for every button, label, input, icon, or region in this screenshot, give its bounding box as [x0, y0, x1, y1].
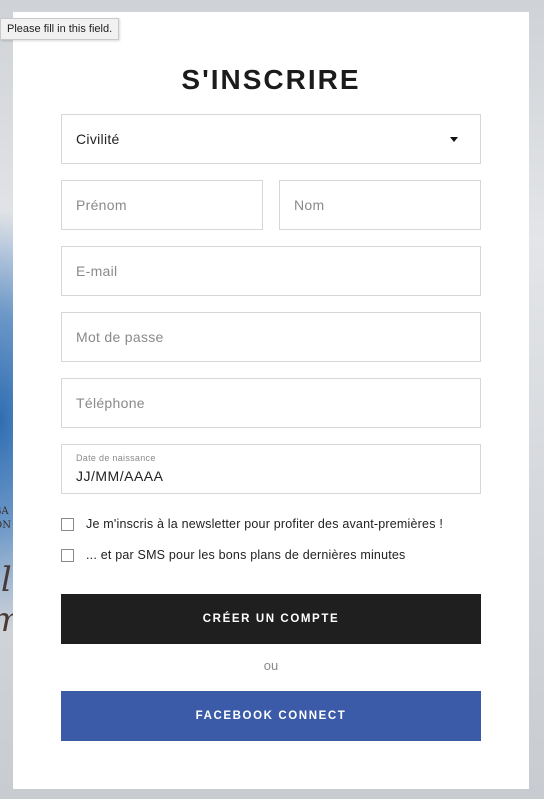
birthdate-value: JJ/MM/AAAA — [76, 468, 164, 484]
civility-select-value: Civilité — [76, 131, 120, 147]
birthdate-field[interactable]: Date de naissance JJ/MM/AAAA — [61, 444, 481, 494]
sms-checkbox-label: ... et par SMS pour les bons plans de de… — [86, 548, 406, 562]
dropdown-caret-icon — [450, 137, 458, 142]
birthdate-label: Date de naissance — [76, 453, 156, 463]
first-name-field[interactable]: Prénom — [61, 180, 263, 230]
newsletter-checkbox[interactable] — [61, 518, 74, 531]
or-separator: ou — [263, 658, 279, 673]
password-field[interactable]: Mot de passe — [61, 312, 481, 362]
signup-modal: S'INSCRIRE Civilité Prénom Nom E-mail Mo… — [13, 12, 529, 789]
background-decor-text: BAON — [0, 506, 11, 531]
create-account-button[interactable]: CRÉER UN COMPTE — [61, 594, 481, 644]
phone-placeholder: Téléphone — [76, 395, 145, 411]
phone-field[interactable]: Téléphone — [61, 378, 481, 428]
page-title: S'INSCRIRE — [181, 64, 361, 95]
validation-tooltip: Please fill in this field. — [0, 18, 120, 40]
newsletter-checkbox-label: Je m'inscris à la newsletter pour profit… — [86, 517, 443, 531]
civility-select[interactable]: Civilité — [61, 114, 481, 164]
first-name-placeholder: Prénom — [76, 197, 127, 213]
password-placeholder: Mot de passe — [76, 329, 164, 345]
email-field[interactable]: E-mail — [61, 246, 481, 296]
sms-checkbox[interactable] — [61, 549, 74, 562]
last-name-field[interactable]: Nom — [279, 180, 481, 230]
email-placeholder: E-mail — [76, 263, 118, 279]
last-name-placeholder: Nom — [294, 197, 325, 213]
facebook-connect-button[interactable]: FACEBOOK CONNECT — [61, 691, 481, 741]
